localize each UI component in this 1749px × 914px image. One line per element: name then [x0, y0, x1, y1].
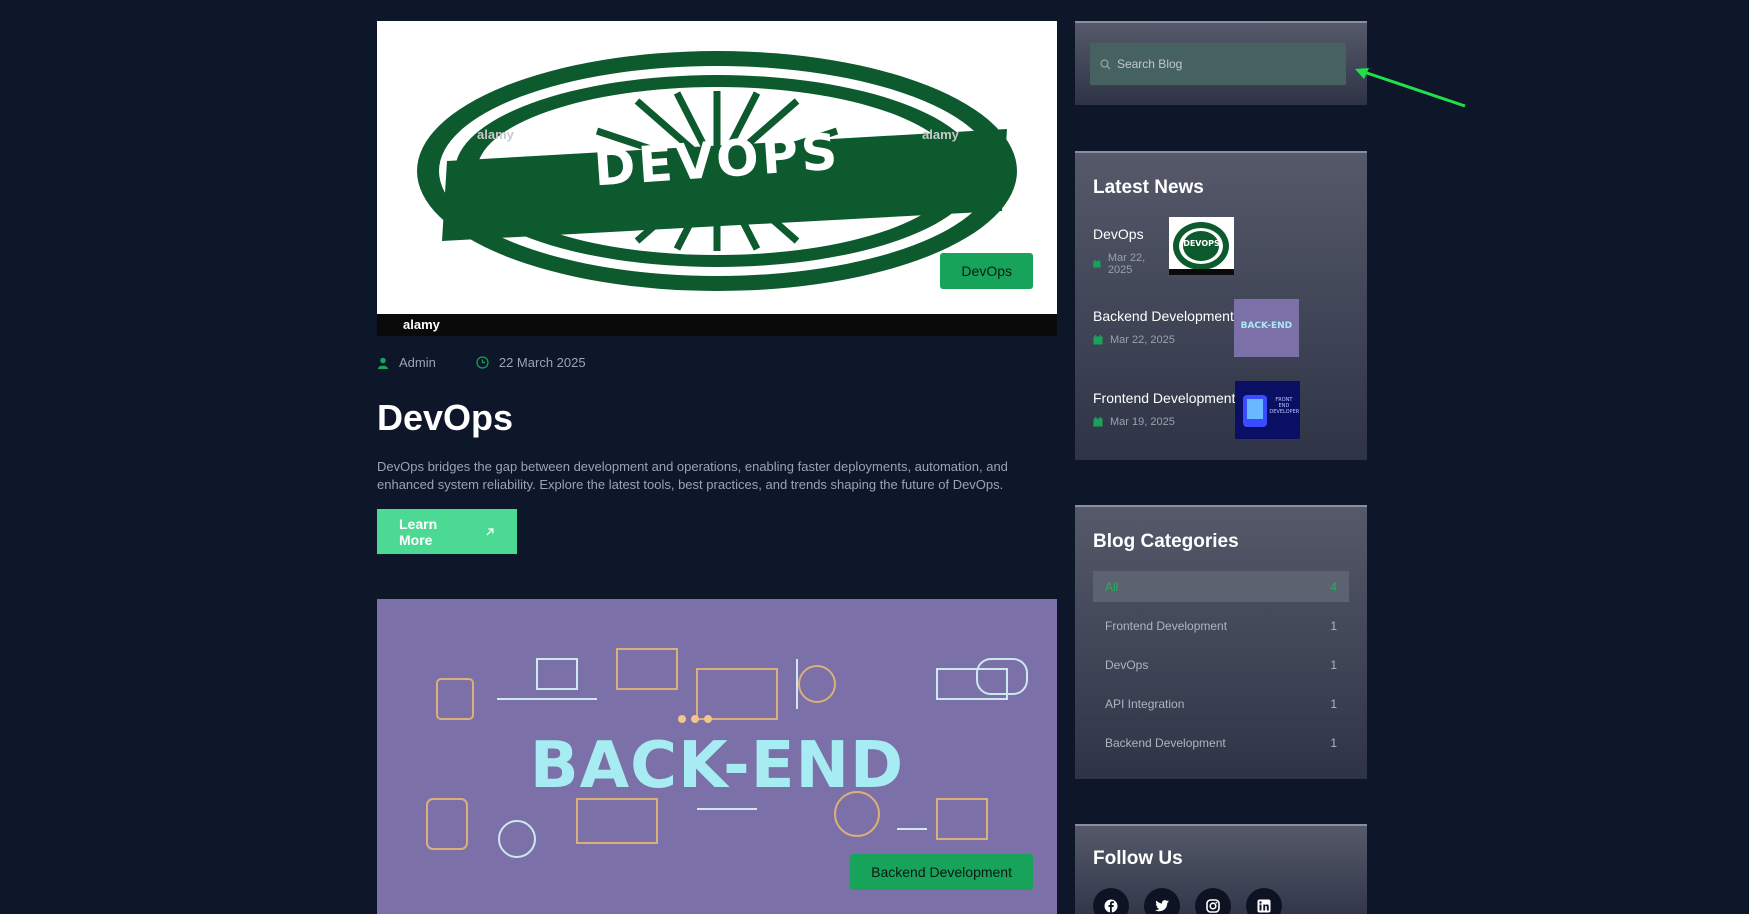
- date-text: 22 March 2025: [498, 355, 586, 370]
- post-list: DEVOPS alamy alamy alamy DevOps Admin 22…: [377, 21, 1057, 914]
- category-item-all[interactable]: All 4: [1093, 571, 1349, 602]
- blog-page: DEVOPS alamy alamy alamy DevOps Admin 22…: [0, 0, 1749, 914]
- blog-categories-widget: Blog Categories All 4 Frontend Developme…: [1075, 505, 1367, 779]
- latest-news-widget: Latest News DevOps Mar 22, 2025 DEVOPS B…: [1075, 151, 1367, 460]
- backend-image-text: BACK-END: [529, 729, 905, 803]
- news-thumbnail[interactable]: FRONT END DEVELOPER: [1235, 381, 1301, 439]
- search-input[interactable]: [1116, 57, 1336, 71]
- widget-title: Follow Us: [1093, 848, 1183, 869]
- image-watermark: alamy: [477, 127, 514, 142]
- news-date: Mar 19, 2025: [1093, 416, 1235, 428]
- news-date-text: Mar 22, 2025: [1107, 252, 1146, 276]
- instagram-icon[interactable]: [1195, 888, 1231, 914]
- calendar-icon: [1093, 260, 1101, 268]
- post-excerpt: DevOps bridges the gap between developme…: [377, 459, 1008, 492]
- linkedin-icon[interactable]: [1246, 888, 1282, 914]
- news-item[interactable]: Frontend Development Mar 19, 2025 FRONT …: [1093, 381, 1349, 463]
- clock-icon: [476, 356, 489, 369]
- category-label: Backend Development: [1105, 735, 1226, 750]
- news-item[interactable]: Backend Development Mar 22, 2025 BACK-EN…: [1093, 299, 1349, 381]
- category-count: 1: [1330, 618, 1337, 633]
- category-count: 4: [1330, 579, 1337, 594]
- category-label: DevOps: [1105, 657, 1149, 672]
- follow-us-widget: Follow Us: [1075, 824, 1367, 914]
- post-title[interactable]: DevOps: [377, 397, 1057, 439]
- search-widget: [1075, 21, 1367, 105]
- category-count: 1: [1330, 657, 1337, 672]
- news-thumbnail[interactable]: BACK-END: [1233, 299, 1299, 357]
- search-icon: [1100, 59, 1111, 69]
- category-count: 1: [1330, 696, 1337, 711]
- news-date: Mar 22, 2025: [1093, 252, 1159, 276]
- calendar-icon: [1093, 335, 1103, 345]
- category-item-backend-development[interactable]: Backend Development 1: [1093, 727, 1349, 758]
- news-title[interactable]: Frontend Development: [1093, 390, 1235, 406]
- learn-more-label: Learn More: [399, 515, 438, 548]
- image-watermark-strip: alamy: [377, 314, 1057, 336]
- category-badge[interactable]: Backend Development: [850, 854, 1033, 890]
- category-label: Frontend Development: [1105, 618, 1228, 633]
- news-date-text: Mar 19, 2025: [1110, 416, 1175, 428]
- post-author: Admin: [377, 355, 436, 370]
- news-title[interactable]: Backend Development: [1093, 308, 1234, 324]
- twitter-icon[interactable]: [1144, 888, 1180, 914]
- widget-title: Latest News: [1093, 177, 1204, 198]
- thumb-text: FRONT END DEVELOPER: [1269, 397, 1300, 415]
- search-box: [1090, 43, 1346, 85]
- news-thumbnail[interactable]: DEVOPS: [1169, 217, 1234, 275]
- category-item-frontend-development[interactable]: Frontend Development 1: [1093, 610, 1349, 641]
- category-badge[interactable]: DevOps: [940, 253, 1033, 289]
- learn-more-button[interactable]: Learn More: [377, 509, 517, 554]
- news-date-text: Mar 22, 2025: [1110, 334, 1175, 346]
- post-card: BACK-END Backend Development: [377, 599, 1057, 914]
- arrow-up-right-icon: [486, 527, 494, 535]
- news-item[interactable]: DevOps Mar 22, 2025 DEVOPS: [1093, 217, 1349, 299]
- category-item-api-integration[interactable]: API Integration 1: [1093, 688, 1349, 719]
- thumb-text: DEVOPS: [1183, 239, 1220, 248]
- widget-title: Blog Categories: [1093, 531, 1239, 552]
- news-date: Mar 22, 2025: [1093, 334, 1234, 346]
- news-title[interactable]: DevOps: [1093, 226, 1159, 242]
- thumb-text: BACK-END: [1240, 321, 1293, 331]
- post-featured-image[interactable]: BACK-END Backend Development: [377, 599, 1057, 914]
- post-date: 22 March 2025: [476, 355, 586, 370]
- post-featured-image[interactable]: DEVOPS alamy alamy alamy DevOps: [377, 21, 1057, 336]
- category-count: 1: [1330, 735, 1337, 750]
- category-label: API Integration: [1105, 696, 1185, 711]
- author-name: Admin: [399, 355, 436, 370]
- post-meta: Admin 22 March 2025: [377, 355, 1057, 370]
- image-watermark: alamy: [403, 317, 440, 332]
- category-label: All: [1105, 579, 1119, 594]
- annotation-arrow: [1355, 68, 1466, 108]
- facebook-icon[interactable]: [1093, 888, 1129, 914]
- category-item-devops[interactable]: DevOps 1: [1093, 649, 1349, 680]
- post-card: DEVOPS alamy alamy alamy DevOps Admin 22…: [377, 21, 1057, 554]
- category-list: All 4 Frontend Development 1 DevOps 1 AP…: [1093, 571, 1349, 758]
- image-watermark: alamy: [922, 127, 959, 142]
- calendar-icon: [1093, 417, 1103, 427]
- social-links: [1093, 888, 1349, 914]
- user-icon: [378, 357, 388, 369]
